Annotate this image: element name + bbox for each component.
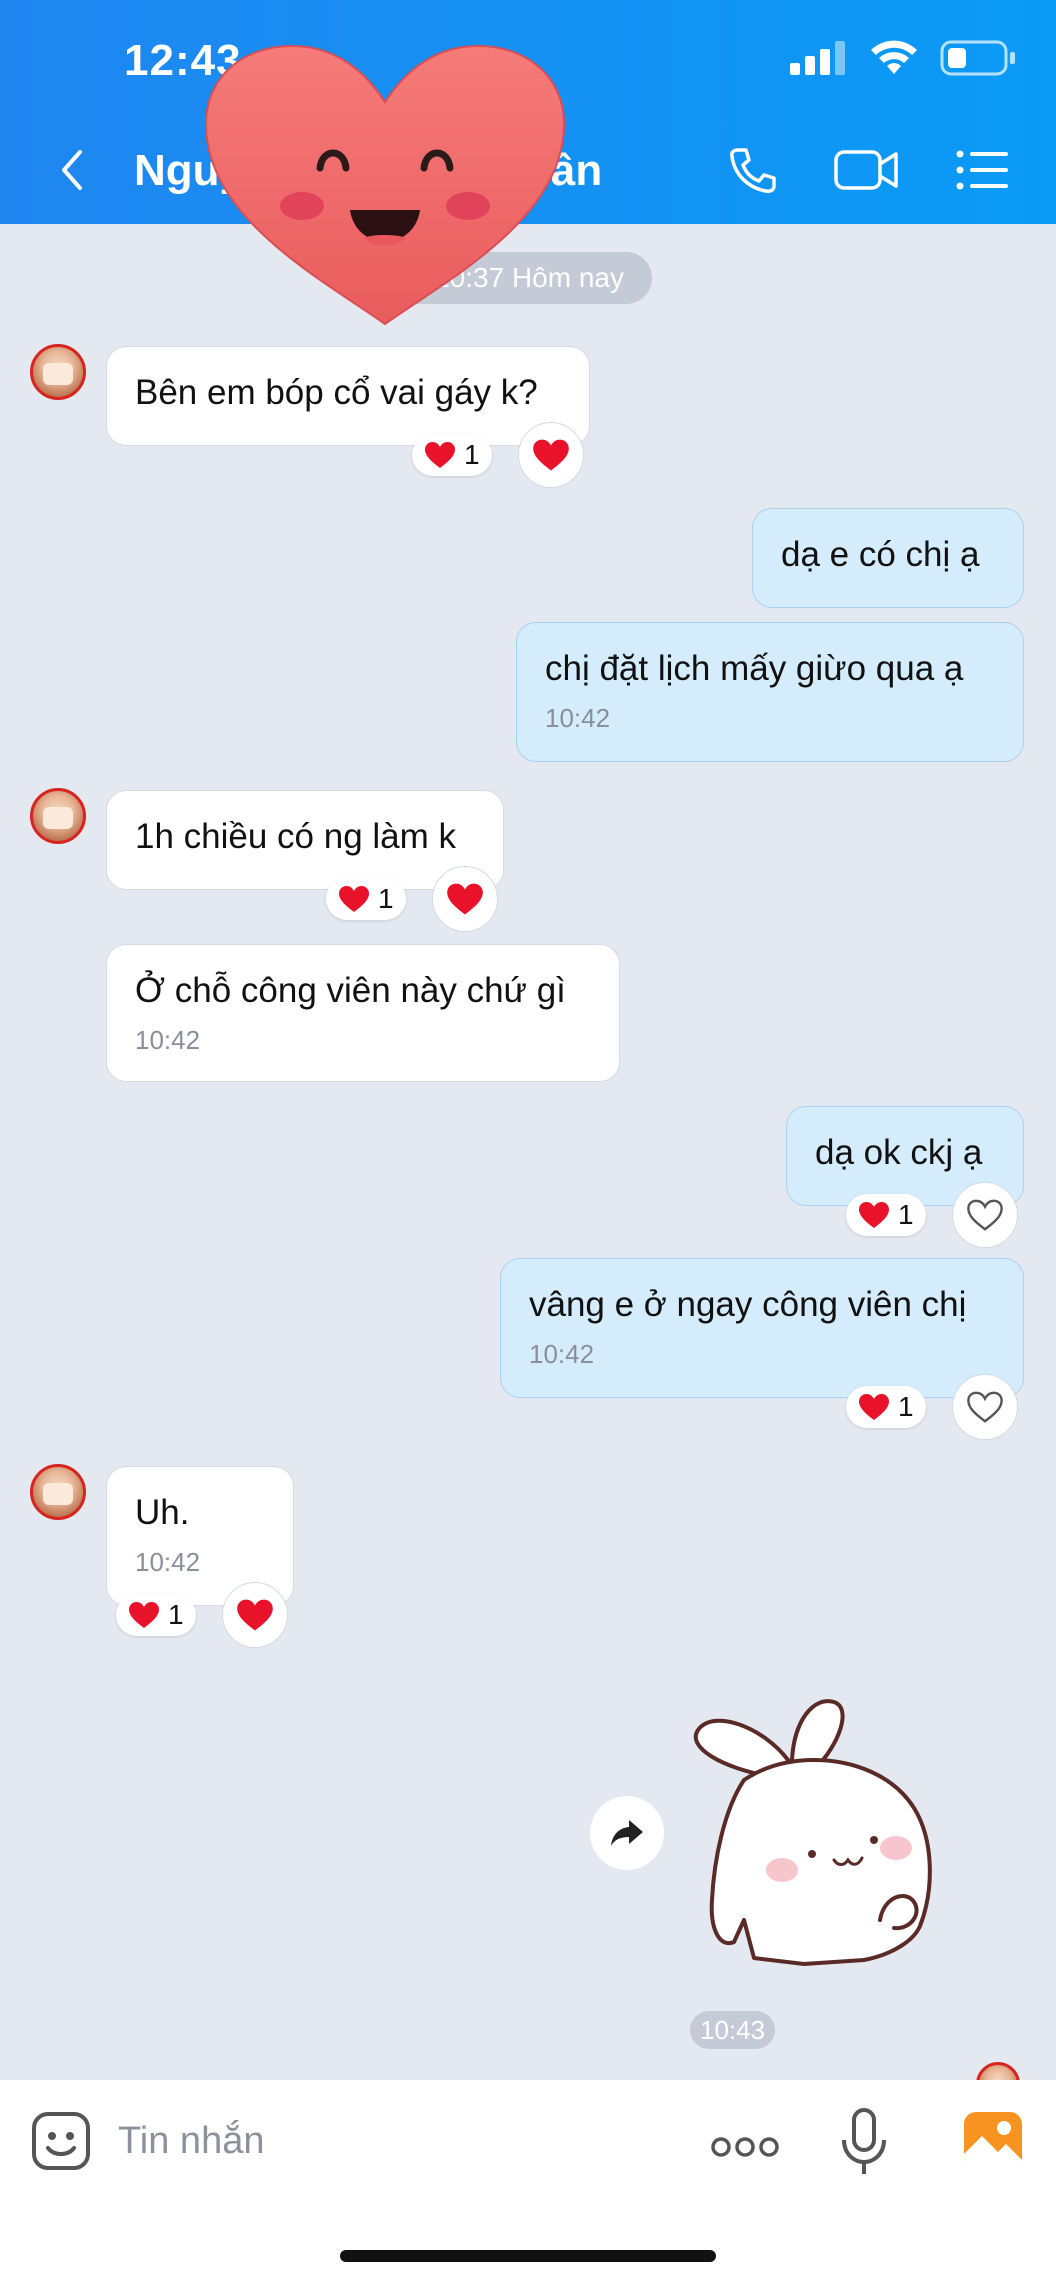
status-icons [790,40,1016,76]
avatar[interactable] [30,1464,86,1520]
emoji-icon[interactable] [30,2110,92,2172]
reaction-count[interactable]: 1 [412,434,492,476]
react-button[interactable] [952,1182,1018,1248]
message-text: vâng e ở ngay công viên chị [529,1285,967,1324]
heart-icon [129,1602,159,1628]
menu-icon[interactable] [952,144,1012,196]
microphone-icon[interactable] [840,2108,888,2178]
reaction-count-value: 1 [168,1599,184,1630]
message-text: Uh. [135,1493,190,1532]
forward-icon [611,1820,643,1846]
message-text: Ở chỗ công viên này chứ gì [135,971,566,1010]
message-text: Bên em bóp cổ vai gáy k? [135,373,538,412]
home-indicator [340,2250,716,2262]
heart-outline-icon [967,1391,1003,1423]
more-icon[interactable] [710,2136,780,2158]
reaction-count-value: 1 [464,439,480,470]
message-text: 1h chiều có ng làm k [135,817,457,856]
heart-icon [859,1394,889,1420]
message-text: chị đặt lịch mấy giừo qua ạ [545,649,964,688]
react-button[interactable] [432,866,498,932]
phone-icon[interactable] [724,144,780,196]
forward-button[interactable] [590,1796,664,1870]
image-icon[interactable] [962,2110,1024,2172]
avatar[interactable] [30,788,86,844]
reaction-count[interactable]: 1 [846,1386,926,1428]
avatar[interactable] [30,344,86,400]
message-bubble-outgoing[interactable]: vâng e ở ngay công viên chị 10:42 [500,1258,1024,1398]
back-icon[interactable] [52,140,92,200]
message-time: 10:42 [135,1547,201,1577]
heart-icon [859,1202,889,1228]
battery-icon [940,40,1015,76]
message-bubble-outgoing[interactable]: chị đặt lịch mấy giừo qua ạ 10:42 [516,622,1024,762]
heart-icon [237,1599,273,1631]
reaction-count[interactable]: 1 [116,1594,196,1636]
heart-icon [425,442,455,468]
video-icon[interactable] [832,144,902,196]
signal-icon [790,41,845,75]
sticker-time: 10:43 [690,2011,776,2049]
heart-outline-icon [967,1199,1003,1231]
reaction-count-value: 1 [898,1199,914,1230]
reaction-count[interactable]: 1 [846,1194,926,1236]
react-button[interactable] [518,422,584,488]
message-bubble-incoming[interactable]: Bên em bóp cổ vai gáy k? [106,346,590,446]
react-button[interactable] [952,1374,1018,1440]
heart-face-sticker [204,44,566,326]
react-button[interactable] [222,1582,288,1648]
reaction-count-value: 1 [378,883,394,914]
reaction-count[interactable]: 1 [326,878,406,920]
message-composer: Tin nhắn [0,2080,1056,2280]
heart-icon [339,886,369,912]
message-text: dạ e có chị ạ [781,535,980,574]
message-time: 10:42 [545,703,611,733]
message-bubble-outgoing[interactable]: dạ e có chị ạ [752,508,1024,608]
message-input[interactable]: Tin nhắn [118,2120,264,2163]
heart-icon [533,439,569,471]
message-time: 10:42 [529,1339,595,1369]
heart-icon [447,883,483,915]
reaction-count-value: 1 [898,1391,914,1422]
message-bubble-incoming[interactable]: Ở chỗ công viên này chứ gì 10:42 [106,944,620,1082]
bunny-sticker[interactable] [684,1690,948,1980]
message-time: 10:42 [135,1025,201,1055]
wifi-icon [871,40,917,74]
message-text: dạ ok ckj ạ [815,1133,983,1172]
